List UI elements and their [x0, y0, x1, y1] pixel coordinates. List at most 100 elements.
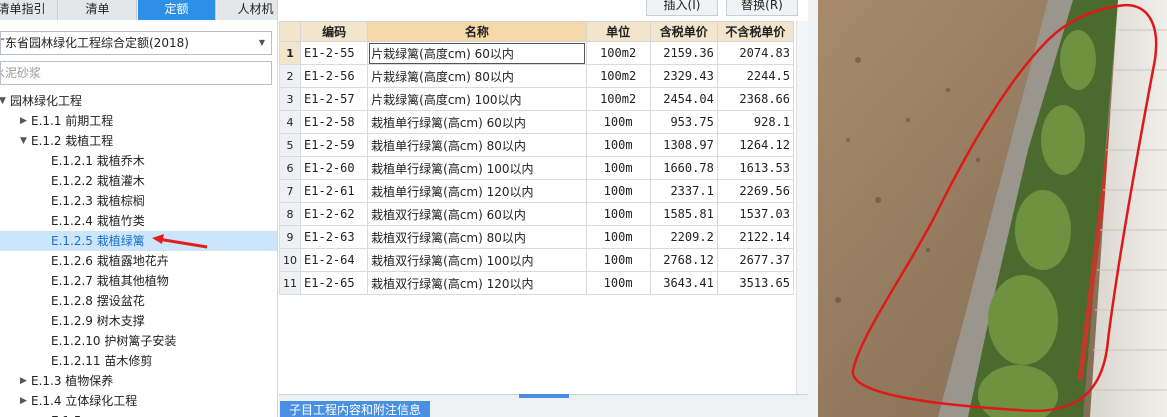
cell-price-tax[interactable]: 2209.2 [649, 225, 718, 249]
cell-price-tax[interactable]: 2454.04 [649, 87, 718, 111]
panel-splitter-handle[interactable] [519, 394, 569, 398]
tree-item[interactable]: E.1.2.5 栽植绿篱 [0, 231, 277, 251]
caret-right-icon[interactable]: ▶ [20, 391, 27, 411]
cell-unit[interactable]: 100m2 [585, 87, 651, 111]
cell-price-notax[interactable]: 2074.83 [716, 41, 795, 65]
cell-unit[interactable]: 100m [585, 271, 651, 295]
cell-code[interactable]: E1-2-65 [300, 271, 369, 295]
tab-item-notes[interactable]: 子目工程内容和附注信息 [280, 401, 430, 417]
cell-price-notax[interactable]: 2269.56 [716, 179, 795, 203]
cell-code[interactable]: E1-2-60 [300, 156, 369, 180]
cell-code[interactable]: E1-2-56 [300, 64, 369, 88]
cell-price-tax[interactable]: 2337.1 [649, 179, 718, 203]
tree-item[interactable]: E.1.2.1 栽植乔木 [0, 151, 277, 171]
tree-item[interactable]: E.1.5 ... [0, 411, 277, 417]
cell-unit[interactable]: 100m2 [585, 64, 651, 88]
cell-unit[interactable]: 100m [585, 248, 651, 272]
table-row[interactable]: 11 E1-2-65 栽植双行绿篱(高cm) 120以内 100m 3643.41 351… [279, 271, 795, 295]
caret-right-icon[interactable]: ▶ [20, 371, 27, 391]
table-row[interactable]: 3 E1-2-57 片栽绿篱(高度cm) 100以内 100m2 2454.04 2368… [279, 87, 795, 111]
cell-price-notax[interactable]: 1537.03 [716, 202, 795, 226]
tree-item[interactable]: E.1.2.7 栽植其他植物 [0, 271, 277, 291]
header-unit[interactable]: 单位 [585, 21, 651, 42]
cell-unit[interactable]: 100m [585, 133, 651, 157]
header-price-tax[interactable]: 含税单价 [649, 21, 718, 42]
cell-unit[interactable]: 100m [585, 156, 651, 180]
table-row[interactable]: 10 E1-2-64 栽植双行绿篱(高cm) 100以内 100m 2768.12 267… [279, 248, 795, 272]
cell-price-tax[interactable]: 3643.41 [649, 271, 718, 295]
cell-unit[interactable]: 100m [585, 202, 651, 226]
table-row[interactable]: 6 E1-2-60 栽植单行绿篱(高cm) 100以内 100m 1660.78 1613… [279, 156, 795, 180]
caret-down-icon[interactable]: ▼ [0, 91, 6, 111]
table-row[interactable]: 9 E1-2-63 栽植双行绿篱(高cm) 80以内 100m 2209.2 2122.1… [279, 225, 795, 249]
tree-item[interactable]: E.1.2.6 栽植露地花卉 [0, 251, 277, 271]
tree-item[interactable]: ▼ 园林绿化工程 [0, 91, 277, 111]
cell-code[interactable]: E1-2-57 [300, 87, 369, 111]
tab-quota[interactable]: 定额 [138, 0, 216, 20]
cell-price-tax[interactable]: 2768.12 [649, 248, 718, 272]
table-row[interactable]: 2 E1-2-56 片栽绿篱(高度cm) 80以内 100m2 2329.43 2244.… [279, 64, 795, 88]
cell-price-tax[interactable]: 953.75 [649, 110, 718, 134]
tree-item[interactable]: E.1.2.4 栽植竹类 [0, 211, 277, 231]
replace-button[interactable]: 替换(R) [726, 0, 798, 16]
cell-price-tax[interactable]: 2329.43 [649, 64, 718, 88]
cell-code[interactable]: E1-2-62 [300, 202, 369, 226]
table-row[interactable]: 4 E1-2-58 栽植单行绿篱(高cm) 60以内 100m 953.75 928.1 [279, 110, 795, 134]
cell-code[interactable]: E1-2-64 [300, 248, 369, 272]
vertical-scrollbar[interactable] [796, 21, 808, 394]
cell-price-notax[interactable]: 928.1 [716, 110, 795, 134]
header-price-notax[interactable]: 不含税单价 [716, 21, 795, 42]
cell-unit[interactable]: 100m [585, 110, 651, 134]
cell-name[interactable]: 栽植单行绿篱(高cm) 100以内 [367, 156, 587, 180]
insert-button[interactable]: 插入(I) [646, 0, 718, 16]
tab-bill[interactable]: 清单 [59, 0, 137, 20]
cell-unit[interactable]: 100m [585, 225, 651, 249]
tree-item[interactable]: E.1.2.9 树木支撑 [0, 311, 277, 331]
cell-price-notax[interactable]: 1264.12 [716, 133, 795, 157]
cell-price-tax[interactable]: 2159.36 [649, 41, 718, 65]
cell-name[interactable]: 栽植双行绿篱(高cm) 60以内 [367, 202, 587, 226]
cell-name[interactable]: 栽植双行绿篱(高cm) 100以内 [367, 248, 587, 272]
cell-price-notax[interactable]: 2368.66 [716, 87, 795, 111]
cell-name[interactable]: 片栽绿篱(高度cm) 100以内 [367, 87, 587, 111]
tree-item[interactable]: ▶ E.1.1 前期工程 [0, 111, 277, 131]
cell-price-notax[interactable]: 1613.53 [716, 156, 795, 180]
caret-right-icon[interactable]: ▶ [20, 111, 27, 131]
table-row[interactable]: 1 E1-2-55 片栽绿篱(高度cm) 60以内 100m2 2159.36 2074.… [279, 41, 795, 65]
header-code[interactable]: 编码 [300, 21, 369, 42]
cell-code[interactable]: E1-2-61 [300, 179, 369, 203]
tab-labor-material[interactable]: 人材机 [217, 0, 277, 20]
cell-price-notax[interactable]: 3513.65 [716, 271, 795, 295]
caret-down-icon[interactable]: ▼ [20, 131, 27, 151]
cell-code[interactable]: E1-2-58 [300, 110, 369, 134]
tree-item[interactable]: E.1.2.8 摆设盆花 [0, 291, 277, 311]
table-row[interactable]: 8 E1-2-62 栽植双行绿篱(高cm) 60以内 100m 1585.81 1537.… [279, 202, 795, 226]
tree-item[interactable]: ▶ E.1.4 立体绿化工程 [0, 391, 277, 411]
tree-item[interactable]: E.1.2.11 苗木修剪 [0, 351, 277, 371]
cell-price-notax[interactable]: 2677.37 [716, 248, 795, 272]
tree-item[interactable]: E.1.2.3 栽植棕榈 [0, 191, 277, 211]
cell-name[interactable]: 栽植单行绿篱(高cm) 60以内 [367, 110, 587, 134]
table-row[interactable]: 5 E1-2-59 栽植单行绿篱(高cm) 80以内 100m 1308.97 1264.… [279, 133, 795, 157]
tree-item[interactable]: ▼ E.1.2 栽植工程 [0, 131, 277, 151]
tree-item[interactable]: ▶ E.1.3 植物保养 [0, 371, 277, 391]
cell-code[interactable]: E1-2-55 [300, 41, 369, 65]
cell-unit[interactable]: 100m2 [585, 41, 651, 65]
cell-price-tax[interactable]: 1660.78 [649, 156, 718, 180]
cell-price-notax[interactable]: 2244.5 [716, 64, 795, 88]
tree-item[interactable]: E.1.2.2 栽植灌木 [0, 171, 277, 191]
header-name[interactable]: 名称 [367, 21, 587, 42]
cell-name[interactable]: 栽植单行绿篱(高cm) 120以内 [367, 179, 587, 203]
cell-unit[interactable]: 100m [585, 179, 651, 203]
cell-name[interactable]: 栽植双行绿篱(高cm) 80以内 [367, 225, 587, 249]
cell-name[interactable]: 栽植单行绿篱(高cm) 80以内 [367, 133, 587, 157]
cell-name[interactable]: 片栽绿篱(高度cm) 80以内 [367, 64, 587, 88]
table-row[interactable]: 7 E1-2-61 栽植单行绿篱(高cm) 120以内 100m 2337.1 2269.… [279, 179, 795, 203]
tab-guide[interactable]: 清单指引 [0, 0, 58, 20]
search-input[interactable]: 水泥砂浆 [0, 61, 272, 85]
cell-code[interactable]: E1-2-59 [300, 133, 369, 157]
tree-item[interactable]: E.1.2.10 护树篱子安装 [0, 331, 277, 351]
cell-price-tax[interactable]: 1585.81 [649, 202, 718, 226]
cell-price-notax[interactable]: 2122.14 [716, 225, 795, 249]
quota-set-select[interactable]: 广东省园林绿化工程综合定额(2018) ▼ [0, 31, 272, 55]
